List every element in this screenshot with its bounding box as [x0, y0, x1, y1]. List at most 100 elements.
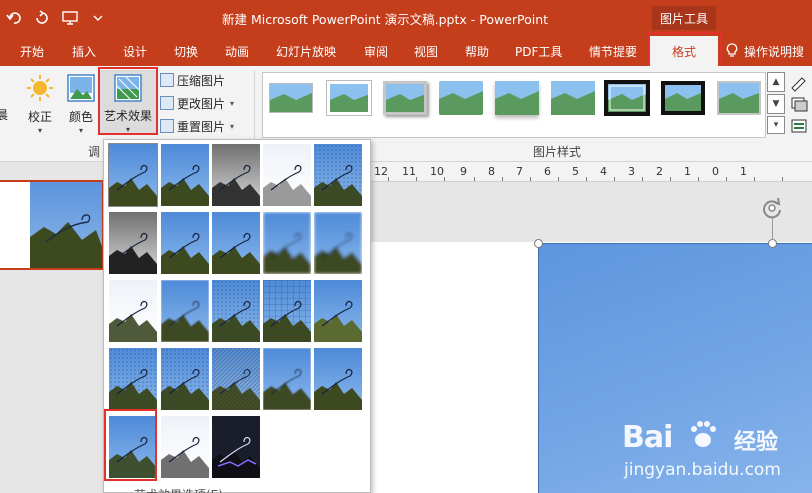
artistic-effect-paint-strokes[interactable] — [161, 212, 209, 274]
reset-picture-button[interactable]: 重置图片 ▾ — [160, 116, 234, 136]
artistic-effects-options-label: 艺术效果选项(E)... — [134, 486, 234, 493]
artistic-effect-light-screen[interactable] — [109, 280, 157, 342]
artistic-effect-glow-diffused[interactable] — [263, 212, 311, 274]
tab-pdf-tools[interactable]: PDF工具 — [515, 36, 562, 66]
tell-me-search[interactable]: 操作说明搜 — [726, 36, 804, 66]
artistic-effect-mosaic-bubbles[interactable] — [263, 280, 311, 342]
slide-thumbnail-1[interactable] — [0, 180, 104, 270]
ruler-tick: 9 — [460, 165, 467, 178]
slide-thumbnail-picture — [30, 182, 102, 268]
artistic-effect-chalk-sketch[interactable] — [109, 212, 157, 274]
artistic-effect-film-grain[interactable] — [212, 280, 260, 342]
tab-design[interactable]: 设计 — [123, 36, 147, 66]
group-label-adjust: 调 — [88, 145, 101, 159]
picture-style-9[interactable] — [717, 81, 761, 115]
picture-color-icon — [65, 72, 97, 104]
artistic-effect-watercolor-sponge[interactable] — [161, 280, 209, 342]
gallery-scroll-down-button[interactable]: ▼ — [767, 94, 785, 114]
chevron-down-icon: ▾ — [78, 126, 83, 135]
effect-preview-image — [212, 280, 260, 342]
effect-preview-image — [109, 280, 157, 342]
gallery-more-button[interactable]: ▾ — [767, 116, 785, 134]
effect-preview-image — [263, 348, 311, 410]
artistic-effect-marker[interactable] — [161, 144, 209, 206]
redo-button[interactable] — [28, 6, 56, 30]
artistic-effect-blur[interactable] — [314, 212, 362, 274]
effect-preview-image — [161, 144, 209, 206]
artistic-effect-glass[interactable] — [314, 280, 362, 342]
artistic-effect-pencil-grayscale[interactable] — [212, 144, 260, 206]
tab-storyboard[interactable]: 情节提要 — [589, 36, 637, 66]
gallery-scroll-up-button[interactable]: ▲ — [767, 72, 785, 92]
layout-icon — [791, 119, 807, 133]
resize-handle-top-left[interactable] — [534, 239, 543, 248]
ruler-tick: 4 — [600, 165, 607, 178]
lightbulb-icon — [726, 43, 738, 57]
artistic-effect-line-drawing[interactable] — [314, 144, 362, 206]
remove-background-label: 晨 — [0, 108, 9, 122]
tab-help[interactable]: 帮助 — [465, 36, 489, 66]
watermark-url: jingyan.baidu.com — [624, 460, 781, 480]
effect-preview-image — [161, 280, 209, 342]
ruler-tick: 11 — [402, 165, 416, 178]
tab-view[interactable]: 视图 — [414, 36, 438, 66]
chevron-down-icon: ▾ — [230, 98, 235, 108]
tab-animations[interactable]: 动画 — [225, 36, 249, 66]
effect-preview-image — [314, 348, 362, 410]
color-button[interactable]: 颜色 ▾ — [64, 72, 98, 135]
customize-qat-button[interactable] — [84, 6, 112, 30]
picture-style-3[interactable] — [383, 81, 427, 115]
picture-effects-button[interactable] — [788, 94, 812, 114]
picture-style-5[interactable] — [495, 81, 539, 115]
compress-pictures-button[interactable]: 压缩图片 — [160, 70, 225, 90]
artistic-effect-paint-brush[interactable] — [212, 212, 260, 274]
chevron-down-icon: ▾ — [230, 121, 235, 131]
slideshow-icon — [62, 11, 78, 25]
ruler-tick: 7 — [516, 165, 523, 178]
artistic-effect-glow-edges[interactable] — [212, 416, 260, 478]
effect-preview-image — [263, 212, 311, 274]
picture-style-1[interactable] — [269, 81, 313, 115]
change-picture-button[interactable]: 更改图片 ▾ — [160, 93, 234, 113]
corrections-button[interactable]: 校正 ▾ — [22, 72, 58, 135]
artistic-effect-pastels-smooth[interactable] — [263, 348, 311, 410]
artistic-effect-pencil-sketch[interactable] — [263, 144, 311, 206]
artistic-effect-texturizer[interactable] — [161, 348, 209, 410]
artistic-effect-photocopy[interactable] — [161, 416, 209, 478]
tab-home[interactable]: 开始 — [20, 36, 44, 66]
ruler-tick: 6 — [544, 165, 551, 178]
selected-effect-highlight — [104, 409, 157, 481]
picture-style-4[interactable] — [439, 81, 483, 115]
tell-me-label: 操作说明搜 — [744, 44, 805, 59]
artistic-effect-crisscross-etching[interactable] — [212, 348, 260, 410]
chevron-down-icon: ▾ — [37, 126, 42, 135]
window-title: 新建 Microsoft PowerPoint 演示文稿.pptx - Powe… — [222, 12, 549, 27]
picture-style-7[interactable] — [604, 80, 650, 116]
picture-border-button[interactable] — [788, 72, 812, 92]
tab-review[interactable]: 审阅 — [364, 36, 388, 66]
tab-insert[interactable]: 插入 — [72, 36, 96, 66]
reset-picture-icon — [160, 119, 174, 133]
picture-style-6[interactable] — [551, 81, 595, 115]
remove-background-button-partial[interactable]: 晨 — [0, 106, 8, 123]
picture-style-8[interactable] — [661, 81, 705, 115]
color-label: 颜色 — [68, 110, 93, 124]
slide-thumbnails-pane — [0, 162, 106, 493]
artistic-effect-cement[interactable] — [109, 348, 157, 410]
undo-button[interactable] — [0, 6, 28, 30]
change-picture-icon — [160, 96, 174, 110]
tab-transitions[interactable]: 切换 — [174, 36, 198, 66]
effect-preview-image — [109, 348, 157, 410]
picture-style-2[interactable] — [326, 80, 372, 116]
resize-handle-top[interactable] — [768, 239, 777, 248]
tab-slideshow[interactable]: 幻灯片放映 — [276, 36, 336, 66]
effect-preview-image — [212, 144, 260, 206]
start-from-beginning-button[interactable] — [56, 6, 84, 30]
artistic-effect-none[interactable] — [108, 143, 158, 207]
rotate-handle[interactable] — [760, 196, 784, 220]
artistic-effect-plastic-wrap[interactable] — [314, 348, 362, 410]
picture-layout-button[interactable] — [788, 116, 812, 136]
artistic-effects-options-item[interactable]: 艺术效果选项(E)... — [104, 484, 372, 493]
group-label-picture-styles: 图片样式 — [533, 145, 582, 159]
rotate-connector — [772, 218, 773, 240]
